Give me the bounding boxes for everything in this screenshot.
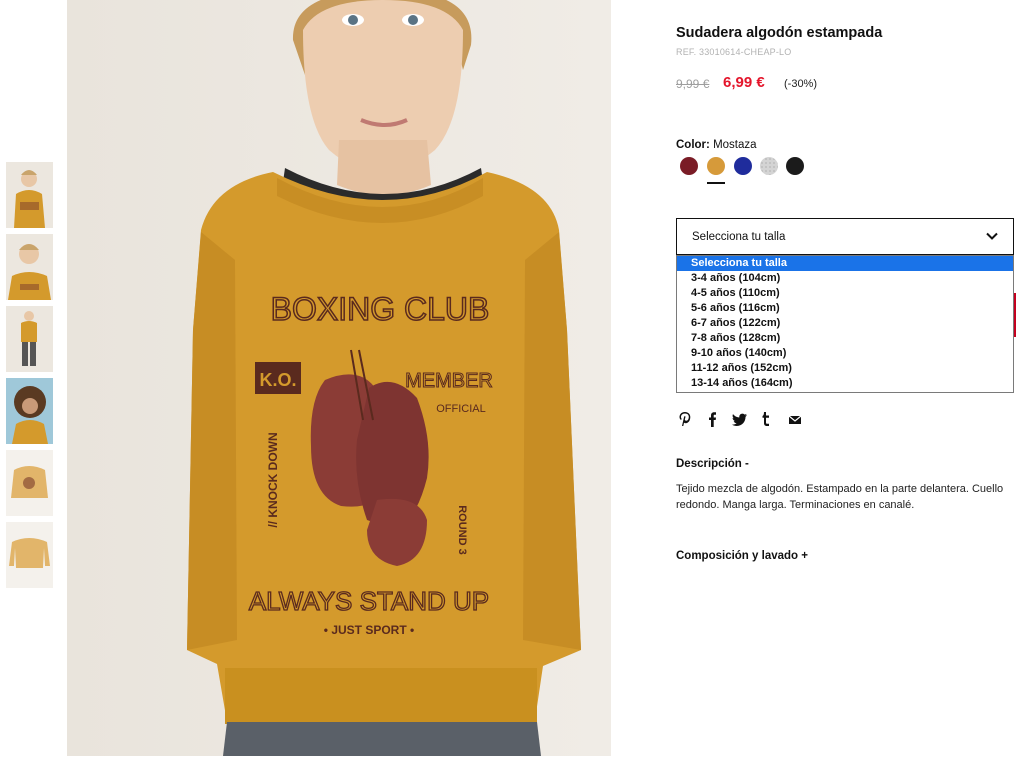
facebook-icon[interactable] bbox=[707, 411, 723, 427]
selected-swatch-indicator bbox=[707, 182, 725, 184]
twitter-icon[interactable] bbox=[732, 411, 748, 427]
product-title: Sudadera algodón estampada bbox=[676, 25, 883, 41]
swatch-negro[interactable] bbox=[786, 157, 804, 175]
color-label-row: Color: Mostaza bbox=[676, 139, 757, 151]
swatch-azul[interactable] bbox=[734, 157, 752, 175]
swatch-gris[interactable] bbox=[760, 157, 778, 175]
swatch-mostaza[interactable] bbox=[707, 157, 725, 175]
description-toggle[interactable]: Descripción - bbox=[676, 458, 749, 470]
description-text: Tejido mezcla de algodón. Estampado en l… bbox=[676, 483, 1004, 511]
pinterest-icon[interactable] bbox=[678, 411, 694, 427]
svg-text:K.O.: K.O. bbox=[259, 370, 296, 390]
svg-text:OFFICIAL: OFFICIAL bbox=[436, 403, 486, 415]
composition-toggle[interactable]: Composición y lavado + bbox=[676, 550, 808, 562]
svg-text:BOXING CLUB: BOXING CLUB bbox=[271, 291, 490, 327]
color-swatches bbox=[680, 157, 820, 187]
size-dropdown-list: Selecciona tu talla 3-4 años (104cm) 4-5… bbox=[676, 255, 1014, 393]
size-select-value: Selecciona tu talla bbox=[692, 231, 786, 243]
share-icons bbox=[678, 411, 818, 427]
thumbnail-3[interactable] bbox=[6, 306, 53, 372]
size-option[interactable]: 6-7 años (122cm) bbox=[677, 316, 1013, 331]
size-option[interactable]: Selecciona tu talla bbox=[677, 256, 1013, 271]
size-option[interactable]: 9-10 años (140cm) bbox=[677, 346, 1013, 361]
size-option[interactable]: 3-4 años (104cm) bbox=[677, 271, 1013, 286]
tumblr-icon[interactable] bbox=[761, 411, 777, 427]
svg-text:// KNOCK DOWN: // KNOCK DOWN bbox=[266, 432, 280, 527]
size-option[interactable]: 4-5 años (110cm) bbox=[677, 286, 1013, 301]
swatch-granate[interactable] bbox=[680, 157, 698, 175]
svg-text:MEMBER: MEMBER bbox=[405, 370, 493, 392]
sale-price: 6,99 € bbox=[723, 74, 765, 91]
size-option[interactable]: 11-12 años (152cm) bbox=[677, 361, 1013, 376]
thumbnail-6[interactable] bbox=[6, 522, 53, 588]
email-icon[interactable] bbox=[788, 411, 804, 427]
thumbnail-2[interactable] bbox=[6, 234, 53, 300]
discount-badge: (-30%) bbox=[784, 78, 818, 90]
size-select[interactable]: Selecciona tu talla bbox=[676, 218, 1014, 255]
svg-text:ROUND 3: ROUND 3 bbox=[456, 505, 468, 555]
size-option[interactable]: 5-6 años (116cm) bbox=[677, 301, 1013, 316]
color-label: Color: bbox=[676, 139, 710, 151]
svg-text:• JUST SPORT •: • JUST SPORT • bbox=[324, 623, 414, 637]
main-product-image: BOXING CLUB K.O. MEMBER OFFICIAL // KNOC… bbox=[67, 0, 611, 756]
product-ref: REF. 33010614-CHEAP-LO bbox=[676, 47, 792, 57]
size-option[interactable]: 7-8 años (128cm) bbox=[677, 331, 1013, 346]
thumbnail-5[interactable] bbox=[6, 450, 53, 516]
thumbnail-1[interactable] bbox=[6, 162, 53, 228]
thumbnail-4[interactable] bbox=[6, 378, 53, 444]
chevron-down-icon bbox=[985, 229, 999, 248]
size-option[interactable]: 13-14 años (164cm) bbox=[677, 376, 1013, 391]
color-value: Mostaza bbox=[713, 139, 757, 151]
svg-text:ALWAYS STAND UP: ALWAYS STAND UP bbox=[249, 586, 489, 616]
original-price: 9,99 € bbox=[676, 77, 710, 91]
